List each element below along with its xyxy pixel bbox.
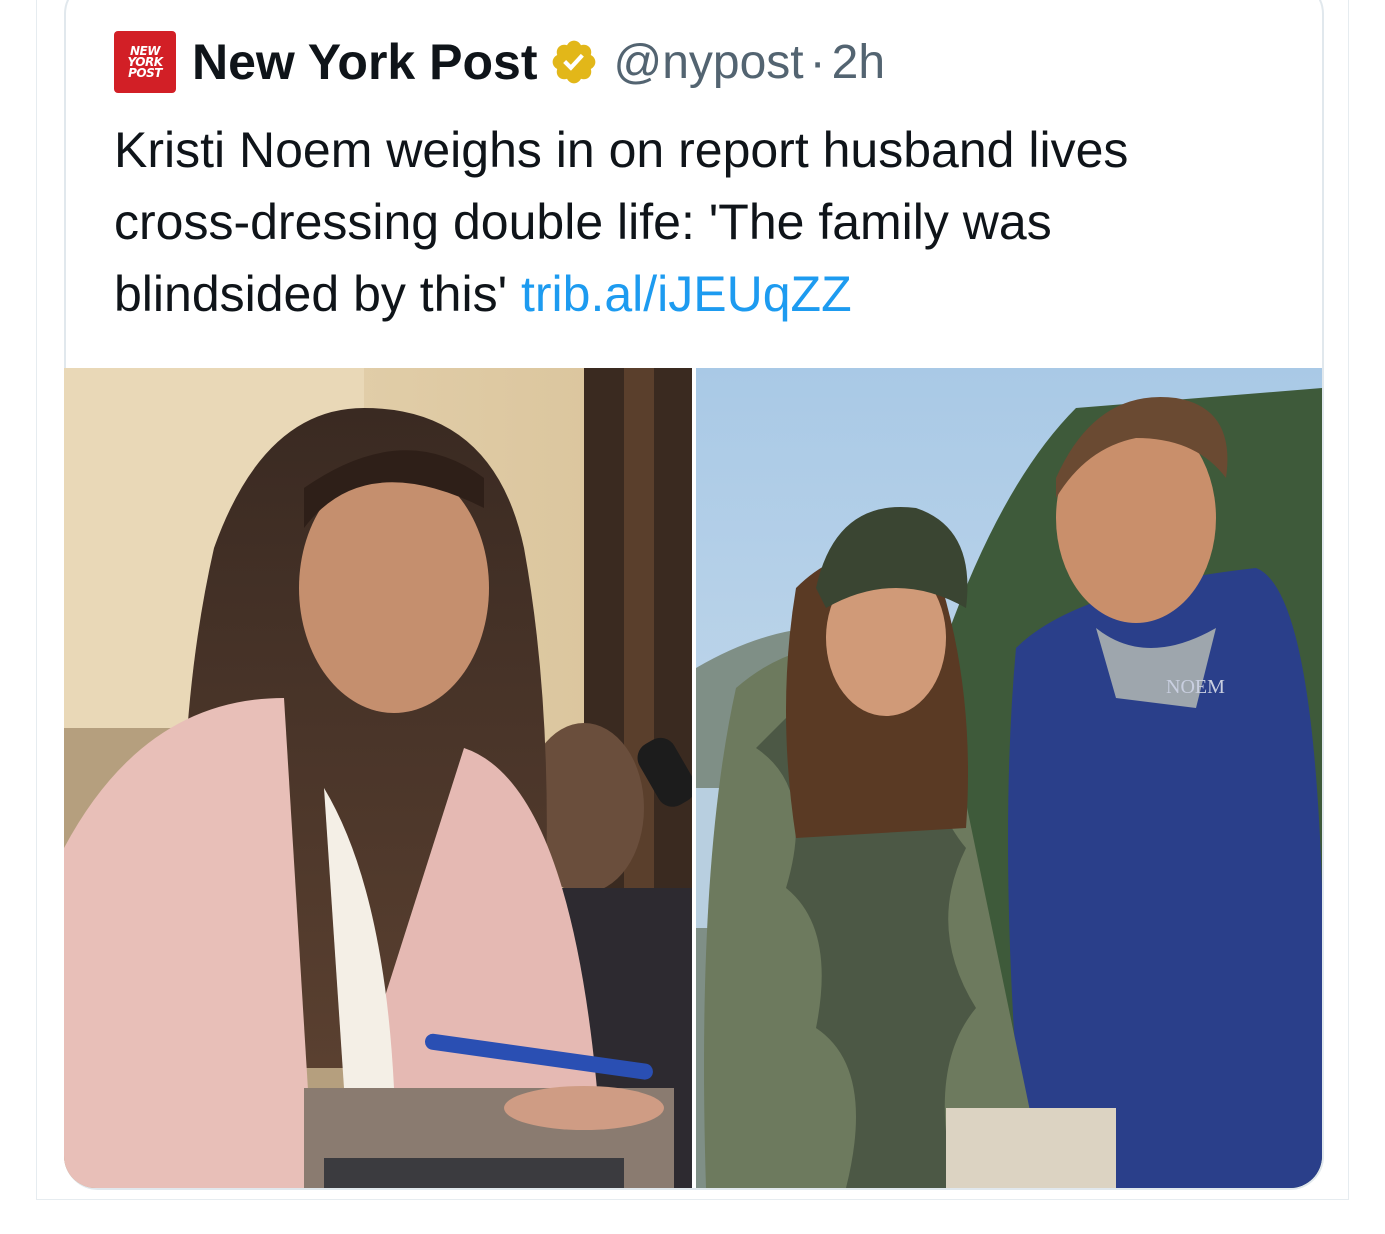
author-name[interactable]: New York Post [192, 33, 537, 91]
tweet-text: Kristi Noem weighs in on report husband … [114, 114, 1274, 330]
tweet-media-grid: NOEM [64, 368, 1322, 1188]
separator-dot: · [809, 35, 826, 89]
jacket-logo-text: NOEM [1166, 676, 1225, 698]
author-handle[interactable]: @nypost [613, 35, 803, 90]
media-photo-right[interactable]: NOEM [696, 368, 1322, 1188]
tweet-timestamp[interactable]: 2h [832, 35, 885, 90]
logo-line-3: POST [128, 65, 162, 80]
tweet-link[interactable]: trib.al/iJEUqZZ [521, 266, 852, 322]
tweet-header: NEW YORK POST New York Post @nypost · 2h [114, 30, 885, 94]
nypost-avatar-logo[interactable]: NEW YORK POST [114, 31, 176, 93]
media-photo-left[interactable] [64, 368, 692, 1188]
gold-checkmark-icon [549, 37, 599, 87]
